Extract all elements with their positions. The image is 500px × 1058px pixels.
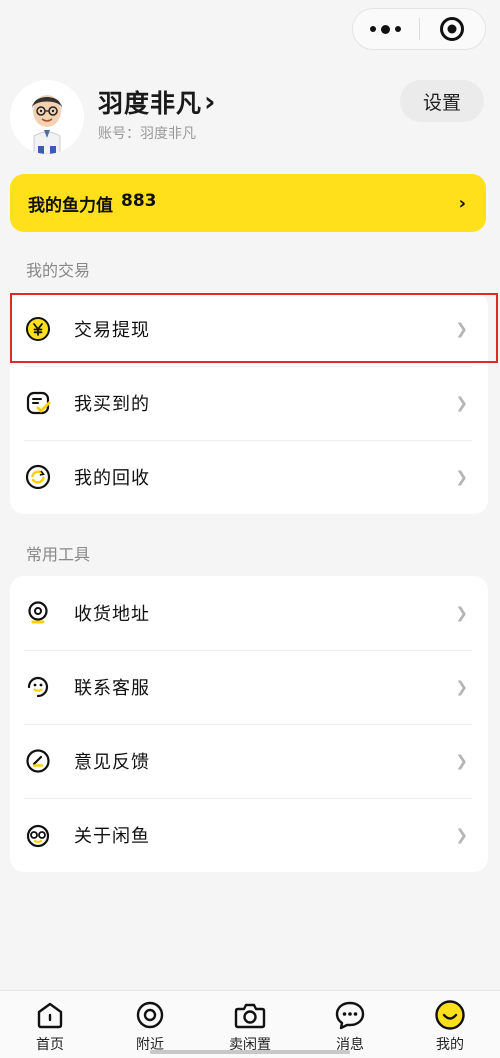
avatar[interactable] <box>10 80 84 154</box>
fish-power-banner[interactable]: 我的鱼力值 883 › <box>10 174 486 232</box>
mini-program-capsule <box>352 8 486 50</box>
chevron-right-icon: › <box>204 85 217 118</box>
list-item-feedback[interactable]: 意见反馈 ❯ <box>10 724 488 798</box>
list-item-label: 交易提现 <box>74 320 150 341</box>
tools-card: 收货地址 ❯ 联系客服 ❯ 意见反馈 ❯ 关于闲鱼 ❯ <box>10 576 488 872</box>
list-item-withdraw[interactable]: 交易提现 ❯ <box>10 292 488 366</box>
message-icon <box>334 999 366 1031</box>
trade-card: 交易提现 ❯ 我买到的 ❯ 我的回收 ❯ <box>10 292 488 514</box>
tab-home[interactable]: 首页 <box>0 991 100 1058</box>
tab-sell[interactable]: 卖闲置 <box>200 991 300 1058</box>
list-item-customer-service[interactable]: 联系客服 ❯ <box>10 650 488 724</box>
fish-power-value: 883 <box>121 190 157 211</box>
customer-service-icon <box>24 673 52 701</box>
nearby-icon <box>134 999 166 1031</box>
more-dots-icon[interactable] <box>353 24 419 34</box>
yuan-coin-icon <box>24 315 52 343</box>
settings-button[interactable]: 设置 <box>400 80 484 122</box>
target-close-icon[interactable] <box>420 16 486 42</box>
bought-bag-icon <box>24 389 52 417</box>
chevron-right-icon: ❯ <box>455 320 468 338</box>
list-item-address[interactable]: 收货地址 ❯ <box>10 576 488 650</box>
nickname-text: 羽度非凡 <box>98 89 203 118</box>
chevron-right-icon: ❯ <box>455 604 468 622</box>
home-indicator <box>150 1050 350 1054</box>
feedback-icon <box>24 747 52 775</box>
section-title-trade: 我的交易 <box>26 261 91 280</box>
tab-mine[interactable]: 我的 <box>400 991 500 1058</box>
location-pin-icon <box>24 599 52 627</box>
smile-face-icon <box>434 999 466 1031</box>
list-item-about[interactable]: 关于闲鱼 ❯ <box>10 798 488 872</box>
profile-header: 羽度非凡 › 账号：羽度非凡 设置 <box>10 80 484 155</box>
section-title-tools: 常用工具 <box>26 545 91 564</box>
list-item-label: 关于闲鱼 <box>74 826 150 847</box>
chevron-right-icon: › <box>458 192 466 214</box>
tab-label: 首页 <box>36 1037 64 1053</box>
chevron-right-icon: ❯ <box>455 678 468 696</box>
chevron-right-icon: ❯ <box>455 394 468 412</box>
list-item-recycle[interactable]: 我的回收 ❯ <box>10 440 488 514</box>
chevron-right-icon: ❯ <box>455 752 468 770</box>
home-icon <box>34 999 66 1031</box>
chevron-right-icon: ❯ <box>455 826 468 844</box>
tab-nearby[interactable]: 附近 <box>100 991 200 1058</box>
camera-icon <box>234 999 266 1031</box>
list-item-label: 我的回收 <box>74 468 150 489</box>
list-item-bought[interactable]: 我买到的 ❯ <box>10 366 488 440</box>
nickname[interactable]: 羽度非凡 › <box>98 84 217 120</box>
tab-messages[interactable]: 消息 <box>300 991 400 1058</box>
list-item-label: 意见反馈 <box>74 752 150 773</box>
fish-power-label: 我的鱼力值 <box>28 195 113 216</box>
chevron-right-icon: ❯ <box>455 468 468 486</box>
xianyu-logo-icon <box>24 821 52 849</box>
list-item-label: 联系客服 <box>74 678 150 699</box>
recycle-icon <box>24 463 52 491</box>
tab-label: 我的 <box>436 1037 464 1053</box>
bottom-tab-bar: 首页 附近 卖闲置 消息 我的 <box>0 990 500 1058</box>
list-item-label: 收货地址 <box>74 604 150 625</box>
list-item-label: 我买到的 <box>74 394 150 415</box>
account-id: 账号：羽度非凡 <box>98 126 196 142</box>
